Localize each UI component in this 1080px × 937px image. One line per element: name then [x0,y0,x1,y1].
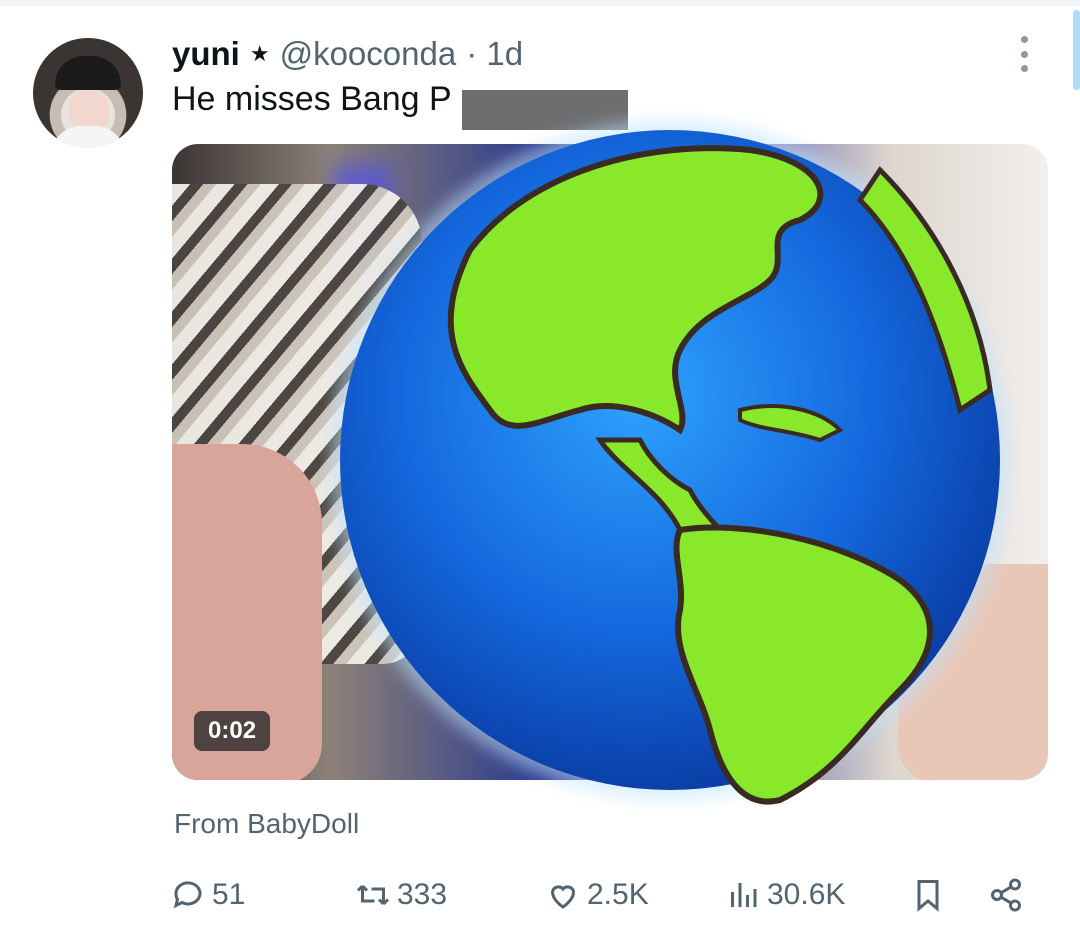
bookmark-icon [917,880,939,912]
user-handle[interactable]: @kooconda [280,35,457,73]
timestamp[interactable]: · 1d [466,35,523,73]
reply-count: 51 [212,878,246,911]
avatar-cap [55,56,121,90]
share-icon [991,878,1021,912]
star-icon: ★ [249,41,270,66]
source-label[interactable]: From BabyDoll [174,808,359,840]
bookmark-button[interactable] [910,860,946,930]
repost-count: 333 [397,878,448,911]
video-duration-badge: 0:02 [194,711,271,751]
avatar[interactable] [33,38,143,148]
avatar-shirt [51,126,125,148]
like-count: 2.5K [587,878,649,911]
reply-icon [173,881,202,909]
action-bar: 51 333 2.5K 30.6K [0,860,1080,930]
heart-icon [550,885,576,909]
like-button[interactable]: 2.5K [545,860,649,930]
top-divider [0,0,1080,6]
views-button[interactable]: 30.6K [725,860,845,930]
views-icon [731,883,757,907]
tweet-header: yuni ★ @kooconda · 1d [172,32,523,76]
repost-icon [356,884,390,906]
display-name[interactable]: yuni [172,35,240,73]
scrollbar[interactable] [1073,10,1080,90]
more-vertical-icon[interactable] [1008,36,1040,72]
globe-sticker [330,120,1010,805]
share-button[interactable] [988,860,1024,930]
views-count: 30.6K [767,878,846,911]
repost-button[interactable]: 333 [355,860,447,930]
reply-button[interactable]: 51 [170,860,245,930]
